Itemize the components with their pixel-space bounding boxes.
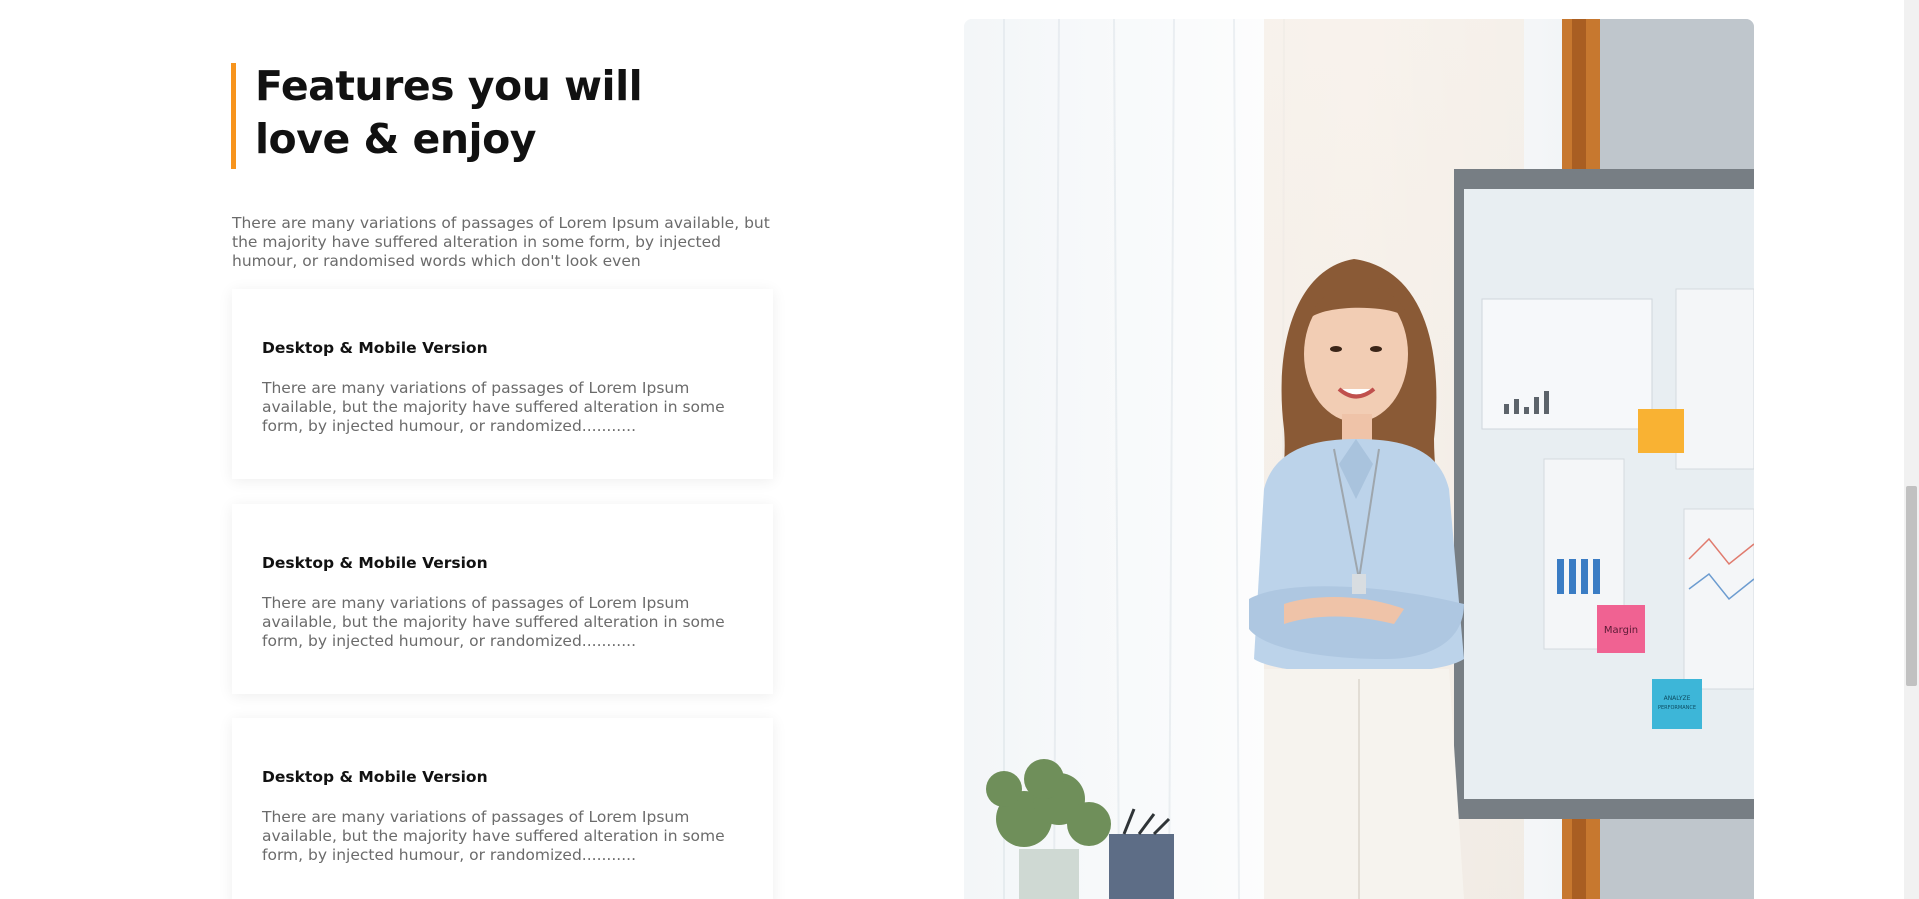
svg-text:ANALYZE: ANALYZE [1664,695,1691,702]
feature-card-title: Desktop & Mobile Version [262,339,488,357]
scrollbar-thumb[interactable] [1906,486,1917,686]
page-scrollbar[interactable] [1904,0,1919,899]
sticky-note-margin-text: Margin [1604,625,1638,636]
feature-card: Desktop & Mobile Version There are many … [232,504,773,694]
feature-card-text: There are many variations of passages of… [262,379,725,435]
feature-card-text: There are many variations of passages of… [262,594,725,650]
section-heading: Features you will love & enjoy [255,60,695,166]
office-woman-illustration: Margin ANALYZE PERFORMANCE [964,19,1754,899]
hero-photo: Margin ANALYZE PERFORMANCE [964,19,1754,899]
sticky-note-analyze [1652,679,1702,729]
feature-card-title: Desktop & Mobile Version [262,768,488,786]
heading-accent-bar: Features you will love & enjoy [231,60,695,169]
feature-card: Desktop & Mobile Version There are many … [232,718,773,899]
section-intro: There are many variations of passages of… [232,214,770,270]
heading-line-1: Features you will [255,62,643,110]
heading-line-2: love & enjoy [255,115,537,163]
feature-card-text: There are many variations of passages of… [262,808,725,864]
page: Features you will love & enjoy There are … [0,0,1919,899]
svg-text:PERFORMANCE: PERFORMANCE [1658,705,1696,711]
feature-card-title: Desktop & Mobile Version [262,554,488,572]
feature-card: Desktop & Mobile Version There are many … [232,289,773,479]
